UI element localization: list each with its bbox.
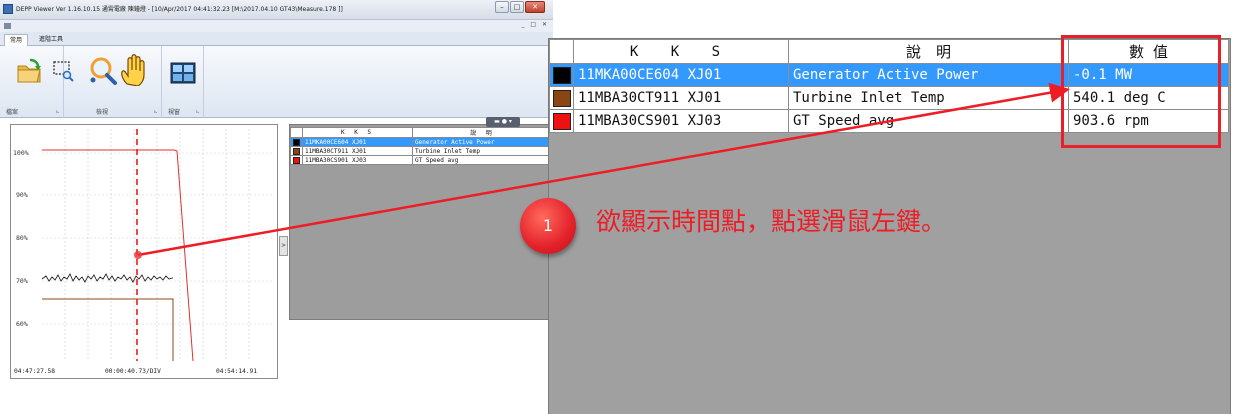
app-window: DEPP Viewer Ver 1.16.10.15 通霄電廠 陳鐘燈 - [1… <box>0 0 553 385</box>
zoom-rectangle-icon[interactable] <box>52 60 74 82</box>
description-cell: GT Speed avg <box>412 155 553 165</box>
value-column-highlight <box>1061 35 1221 148</box>
series-color-swatch <box>552 89 571 107</box>
chart-time-axis: 04:47:27.58 00:00:40.73/DIV 04:54:14.91 <box>11 364 277 378</box>
pan-hand-icon[interactable] <box>119 54 149 86</box>
y-tick-label: 60% <box>16 320 28 328</box>
ribbon-group-view: 檢視 ⊾ <box>53 46 162 118</box>
time-axis-end: 04:54:14.91 <box>216 368 257 375</box>
table-row[interactable]: 11MBA30CT911 XJ01 Turbine Inlet Temp <box>290 146 553 156</box>
table-row[interactable]: 11MKA00CE604 XJ01 Generator Active Power <box>290 137 553 147</box>
ribbon-group-label-window: 視窗 <box>168 109 181 116</box>
ribbon-group-window: 視窗 ⊾ <box>162 46 204 118</box>
color-swatch-cell <box>549 86 574 110</box>
kks-header: K K S <box>573 39 789 64</box>
window-layout-icon[interactable] <box>170 62 196 84</box>
series-color-swatch <box>293 147 300 155</box>
ribbon: 檔案 ⊾ 檢視 ⊾ 視窗 ⊾ <box>0 46 553 118</box>
tab-advanced-tools[interactable]: 進階工具 <box>34 34 68 46</box>
title-bar: DEPP Viewer Ver 1.16.10.15 通霄電廠 陳鐘燈 - [1… <box>0 0 553 20</box>
window-title: DEPP Viewer Ver 1.16.10.15 通霄電廠 陳鐘燈 - [1… <box>16 6 343 13</box>
ribbon-tabs: 常用 進階工具 <box>0 32 553 46</box>
legend-panel-mini: ▬ ● ▾ K K S 說 明 11MKA00CE604 XJ01 Genera… <box>289 117 553 320</box>
color-header <box>290 127 303 138</box>
series-color-swatch <box>293 138 300 146</box>
color-header <box>549 39 574 64</box>
app-icon <box>3 4 13 14</box>
kks-header: K K S <box>302 127 413 138</box>
y-tick-label: 70% <box>16 277 28 285</box>
kks-cell: 11MBA30CS901 XJ03 <box>573 109 789 133</box>
panel-collapse-button[interactable]: > <box>279 236 288 256</box>
series-color-swatch <box>552 66 571 84</box>
tab-home[interactable]: 常用 <box>4 34 29 46</box>
description-cell: Generator Active Power <box>412 137 553 147</box>
kks-cell: 11MBA30CS901 XJ03 <box>302 155 413 165</box>
group-launcher-icon[interactable]: ⊾ <box>56 109 60 115</box>
mdi-window-controls[interactable]: _ □ ✕ <box>521 21 549 28</box>
close-button[interactable]: ✕ <box>525 1 545 13</box>
kks-cell: 11MKA00CE604 XJ01 <box>573 63 789 87</box>
window-controls: – □ ✕ <box>494 1 545 15</box>
magnifier-icon[interactable] <box>88 56 118 86</box>
color-swatch-cell <box>549 63 574 87</box>
quick-access-icon[interactable] <box>4 23 11 29</box>
trend-chart-canvas[interactable]: 100% 90% 80% 70% 60% <box>11 125 277 365</box>
color-swatch-cell <box>290 146 303 156</box>
ribbon-group-label-view: 檢視 <box>96 109 109 116</box>
series-color-swatch <box>552 112 571 130</box>
mini-panel-toolbar[interactable]: ▬ ● ▾ <box>486 117 520 127</box>
y-tick-label: 80% <box>16 234 28 242</box>
kks-cell: 11MBA30CT911 XJ01 <box>573 86 789 110</box>
annotation-text: 欲顯示時間點，點選滑鼠左鍵。 <box>596 207 947 236</box>
series-color-swatch <box>293 156 300 164</box>
table-row[interactable]: 11MBA30CS901 XJ03 GT Speed avg <box>290 155 553 165</box>
table-header-row: K K S 說 明 <box>290 127 553 138</box>
color-swatch-cell <box>290 137 303 147</box>
group-launcher-icon[interactable]: ⊾ <box>154 109 158 115</box>
time-axis-start: 04:47:27.58 <box>14 368 55 375</box>
temperature-trace <box>42 298 174 361</box>
y-tick-label: 100% <box>13 149 29 157</box>
y-tick-label: 90% <box>16 191 28 199</box>
description-cell: Generator Active Power <box>788 63 1069 87</box>
group-launcher-icon[interactable]: ⊾ <box>196 109 200 115</box>
minimize-button[interactable]: – <box>495 1 509 13</box>
speed-trace <box>42 149 194 362</box>
quick-access-bar: _ □ ✕ <box>0 20 553 32</box>
color-swatch-cell <box>549 109 574 133</box>
description-cell: GT Speed avg <box>788 109 1069 133</box>
kks-cell: 11MBA30CT911 XJ01 <box>302 146 413 156</box>
description-cell: Turbine Inlet Temp <box>788 86 1069 110</box>
trend-chart[interactable]: 100% 90% 80% 70% 60% 04:47:27.58 00:00:4… <box>10 124 278 379</box>
legend-table-mini: K K S 說 明 11MKA00CE604 XJ01 Generator Ac… <box>290 127 553 165</box>
description-header: 說 明 <box>412 127 553 138</box>
description-header: 說 明 <box>788 39 1069 64</box>
color-swatch-cell <box>290 155 303 165</box>
open-folder-icon[interactable] <box>16 58 42 84</box>
ribbon-group-label-file: 檔案 <box>6 109 19 116</box>
step-number-badge: 1 <box>520 198 576 254</box>
description-cell: Turbine Inlet Temp <box>412 146 553 156</box>
kks-cell: 11MKA00CE604 XJ01 <box>302 137 413 147</box>
ribbon-group-file: 檔案 ⊾ <box>0 46 64 118</box>
maximize-button[interactable]: □ <box>510 1 524 13</box>
time-axis-division: 00:00:40.73/DIV <box>105 368 161 375</box>
chart-grid <box>42 129 273 361</box>
